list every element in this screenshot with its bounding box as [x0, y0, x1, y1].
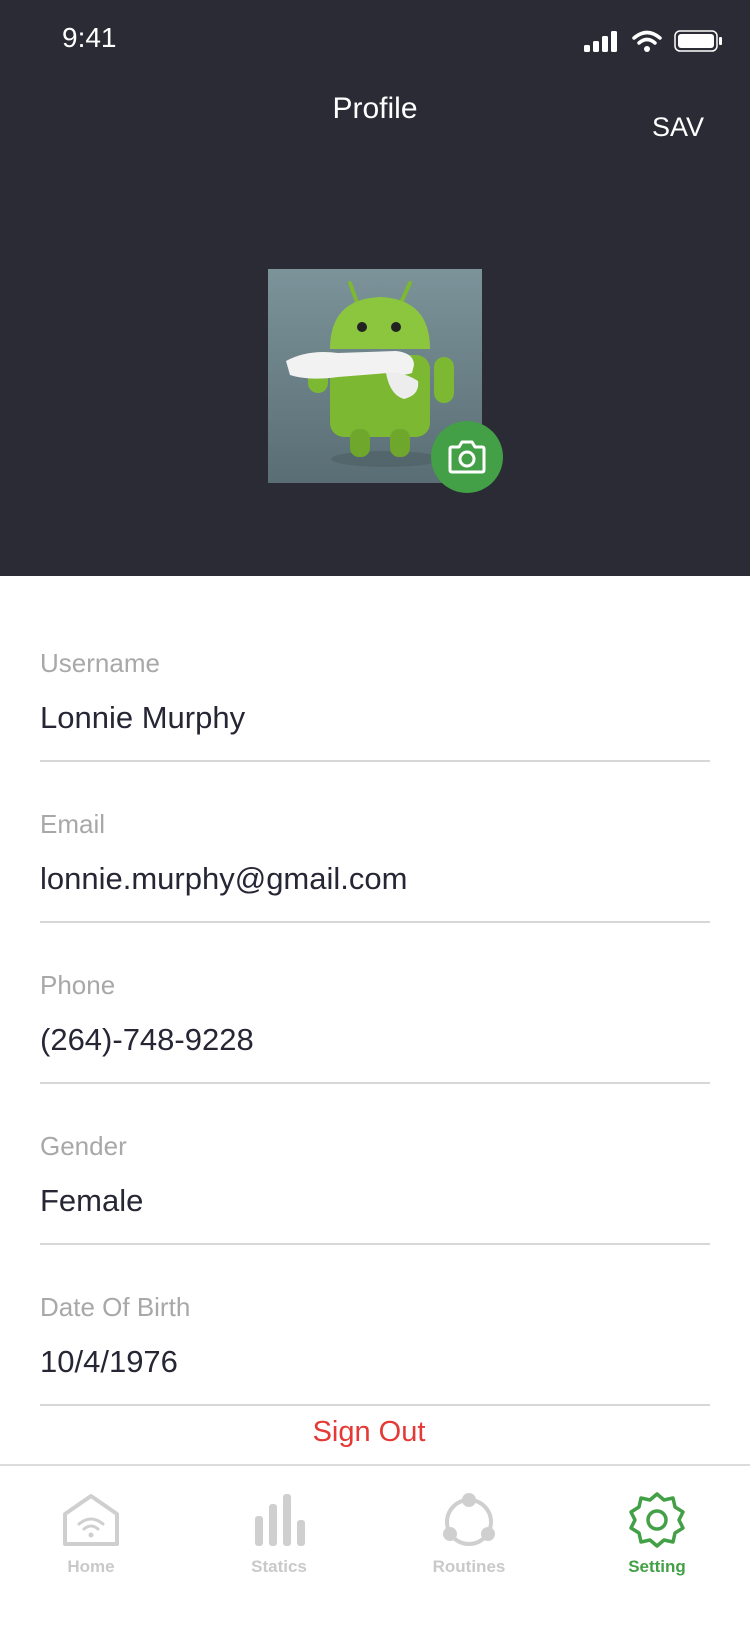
email-label: Email: [40, 809, 106, 839]
camera-icon: [448, 440, 486, 474]
tab-setting[interactable]: Setting: [582, 1492, 732, 1577]
gear-icon: [629, 1492, 685, 1548]
gender-label: Gender: [40, 1131, 127, 1161]
date-of-birth-value[interactable]: 10/4/1976: [40, 1344, 178, 1380]
phone-value[interactable]: (264)-748-9228: [40, 1022, 254, 1058]
tab-statics-label: Statics: [251, 1557, 307, 1576]
gender-value[interactable]: Female: [40, 1183, 143, 1219]
username-label: Username: [40, 648, 160, 678]
sign-out-button[interactable]: Sign Out: [0, 1416, 738, 1449]
date-of-birth-label: Date Of Birth: [40, 1292, 191, 1322]
profile-header: 9:41 Profile SAV: [0, 0, 750, 576]
phone-field[interactable]: Phone (264)-748-9228: [40, 970, 710, 1084]
tab-home[interactable]: Home: [16, 1492, 166, 1577]
status-icons: [584, 30, 722, 52]
page-title: Profile: [332, 92, 418, 125]
routines-icon: [443, 1493, 495, 1546]
username-field[interactable]: Username Lonnie Murphy: [40, 648, 710, 762]
tab-statics[interactable]: Statics: [204, 1492, 354, 1577]
save-button[interactable]: SAV: [652, 112, 704, 143]
email-value[interactable]: lonnie.murphy@gmail.com: [40, 861, 407, 897]
tab-routines[interactable]: Routines: [394, 1492, 544, 1577]
status-time: 9:41: [62, 22, 117, 53]
phone-label: Phone: [40, 970, 116, 1000]
signal-icon: [584, 31, 617, 52]
bar-chart-icon: [255, 1494, 305, 1546]
gender-field[interactable]: Gender Female: [40, 1131, 710, 1245]
tab-home-label: Home: [67, 1557, 115, 1576]
bottom-tab-bar: Home Statics Routines Setting: [0, 1464, 750, 1626]
email-field[interactable]: Email lonnie.murphy@gmail.com: [40, 809, 710, 923]
username-value[interactable]: Lonnie Murphy: [40, 700, 245, 736]
tab-routines-label: Routines: [432, 1557, 506, 1576]
change-photo-button[interactable]: [431, 421, 503, 493]
tab-setting-label: Setting: [628, 1557, 686, 1576]
battery-icon: [674, 30, 722, 52]
wifi-icon: [632, 30, 662, 52]
date-of-birth-field[interactable]: Date Of Birth 10/4/1976: [40, 1292, 710, 1406]
home-icon: [63, 1494, 119, 1546]
